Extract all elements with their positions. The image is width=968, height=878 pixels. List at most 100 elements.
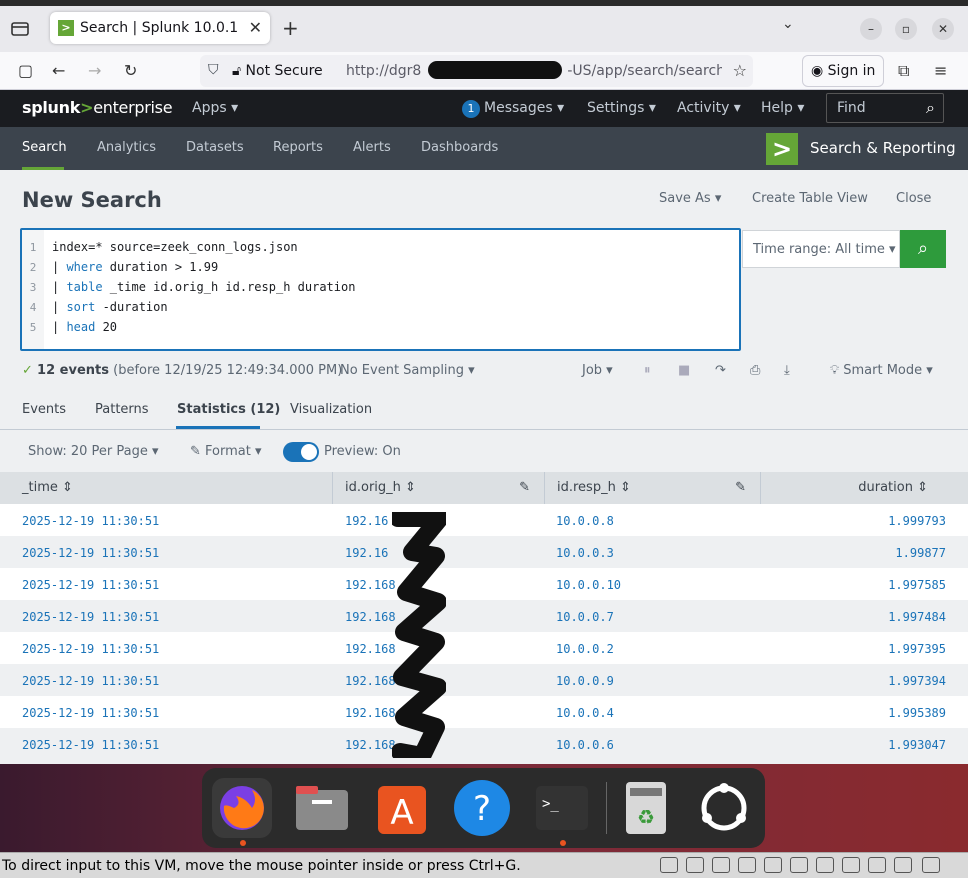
export-icon[interactable]: ⤓ xyxy=(784,363,790,378)
table-row[interactable]: 2025-12-19 11:30:51 192.168 10.0.0.7 1.9974… xyxy=(0,600,968,632)
print-icon[interactable]: ⎙ xyxy=(750,363,760,378)
speaker-icon[interactable] xyxy=(816,857,834,873)
app-name[interactable]: Search & Reporting xyxy=(810,139,956,157)
capture-icon[interactable] xyxy=(894,857,912,873)
help-icon[interactable]: ? xyxy=(452,778,512,838)
cell-duration[interactable]: 1.997394 xyxy=(888,674,946,688)
event-sampling-dropdown[interactable]: No Event Sampling ▾ xyxy=(340,363,475,378)
edit-column-icon[interactable]: ✎ xyxy=(735,480,746,495)
column-header-time[interactable]: _time ⇕ xyxy=(0,472,332,504)
cell-resp-host[interactable]: 10.0.0.9 xyxy=(556,674,614,688)
format-dropdown[interactable]: ✎ Format ▾ xyxy=(190,444,262,459)
cell-time[interactable]: 2025-12-19 11:30:51 xyxy=(22,578,159,592)
reload-icon[interactable]: ↻ xyxy=(124,61,137,80)
cell-orig-host[interactable]: 192.168 xyxy=(345,578,396,592)
sidebar-icon[interactable]: ▢ xyxy=(18,61,33,80)
table-row[interactable]: 2025-12-19 11:30:51 192.168 10.0.0.2 1.9973… xyxy=(0,632,968,664)
cell-resp-host[interactable]: 10.0.0.3 xyxy=(556,546,614,560)
cell-duration[interactable]: 1.995389 xyxy=(888,706,946,720)
cell-time[interactable]: 2025-12-19 11:30:51 xyxy=(22,706,159,720)
display-icon[interactable] xyxy=(868,857,886,873)
usb-icon[interactable] xyxy=(738,857,756,873)
table-row[interactable]: 2025-12-19 11:30:51 192.168. 10.0.0.9 1.997… xyxy=(0,664,968,696)
job-menu[interactable]: Job ▾ xyxy=(582,363,613,378)
settings-menu[interactable]: Settings ▾ xyxy=(587,100,656,116)
shield-icon[interactable]: ⛉ xyxy=(208,62,219,78)
cell-duration[interactable]: 1.997484 xyxy=(888,610,946,624)
cell-duration[interactable]: 1.997395 xyxy=(888,642,946,656)
bookmark-star-icon[interactable]: ☆ xyxy=(733,61,747,80)
shared-folder-icon[interactable] xyxy=(764,857,782,873)
smart-mode-dropdown[interactable]: 💡︎ Smart Mode ▾ xyxy=(830,363,933,378)
activity-menu[interactable]: Activity ▾ xyxy=(677,100,741,116)
minimize-icon[interactable]: – xyxy=(860,18,882,40)
back-icon[interactable]: ← xyxy=(52,61,65,80)
cell-duration[interactable]: 1.997585 xyxy=(888,578,946,592)
tab-patterns[interactable]: Patterns xyxy=(95,402,149,417)
terminal-icon[interactable]: >_ xyxy=(532,778,592,838)
chevron-down-icon[interactable]: ⌄ xyxy=(782,16,794,32)
app-center-icon[interactable]: A xyxy=(372,778,432,838)
close-window-icon[interactable]: ✕ xyxy=(932,18,954,40)
edit-column-icon[interactable]: ✎ xyxy=(519,480,530,495)
forward-icon[interactable]: → xyxy=(88,61,101,80)
table-row[interactable]: 2025-12-19 11:30:51 192.16 10.0.0.3 1.99877 xyxy=(0,536,968,568)
pause-icon[interactable]: ⏸ xyxy=(644,363,651,378)
search-submit-button[interactable]: ⌕ xyxy=(900,230,946,268)
cell-orig-host[interactable]: 192.16 xyxy=(345,546,388,560)
tab-statistics[interactable]: Statistics (12) xyxy=(177,402,280,417)
cell-duration[interactable]: 1.99877 xyxy=(895,546,946,560)
cell-time[interactable]: 2025-12-19 11:30:51 xyxy=(22,738,159,752)
maximize-icon[interactable]: ▫ xyxy=(895,18,917,40)
cell-time[interactable]: 2025-12-19 11:30:51 xyxy=(22,546,159,560)
nav-datasets[interactable]: Datasets xyxy=(186,140,244,155)
close-button[interactable]: Close xyxy=(896,191,931,206)
search-icon[interactable]: ⌕ xyxy=(926,98,935,118)
cell-orig-host[interactable]: 192.168 xyxy=(345,610,396,624)
table-row[interactable]: 2025-12-19 11:30:51 192.16 10.0.0.8 1.99979… xyxy=(0,504,968,536)
keyboard-icon[interactable] xyxy=(922,857,940,873)
nav-search[interactable]: Search xyxy=(22,140,67,155)
cell-duration[interactable]: 1.999793 xyxy=(888,514,946,528)
nav-reports[interactable]: Reports xyxy=(273,140,323,155)
cell-duration[interactable]: 1.993047 xyxy=(888,738,946,752)
trash-icon[interactable]: ♻ xyxy=(616,778,676,838)
url-bar[interactable]: ⛉ 🔓︎ Not Secure http://dgr8 -US/app/searc… xyxy=(200,55,753,87)
nav-dashboards[interactable]: Dashboards xyxy=(421,140,498,155)
table-row[interactable]: 2025-12-19 11:30:51 192.168. 10.0.0.6 1.993… xyxy=(0,728,968,760)
extensions-icon[interactable]: ⧉ xyxy=(898,61,909,81)
nav-alerts[interactable]: Alerts xyxy=(353,140,391,155)
tab-visualization[interactable]: Visualization xyxy=(290,402,372,417)
cell-resp-host[interactable]: 10.0.0.10 xyxy=(556,578,621,592)
column-header-duration[interactable]: duration ⇕ xyxy=(760,472,968,504)
cell-time[interactable]: 2025-12-19 11:30:51 xyxy=(22,610,159,624)
browser-tab[interactable]: > Search | Splunk 10.0.1 ✕ xyxy=(50,12,270,44)
cell-resp-host[interactable]: 10.0.0.7 xyxy=(556,610,614,624)
create-table-view-button[interactable]: Create Table View xyxy=(752,191,868,206)
time-range-picker[interactable]: Time range: All time ▾ xyxy=(742,230,900,268)
close-tab-icon[interactable]: ✕ xyxy=(249,18,262,37)
column-header-orig[interactable]: id.orig_h ⇕ ✎ xyxy=(332,472,544,504)
cell-time[interactable]: 2025-12-19 11:30:51 xyxy=(22,674,159,688)
find-input[interactable]: Find ⌕ xyxy=(826,93,944,123)
table-row[interactable]: 2025-12-19 11:30:51 192.168 10.0.0.10 1.997… xyxy=(0,568,968,600)
recording-icon[interactable] xyxy=(842,857,860,873)
nav-analytics[interactable]: Analytics xyxy=(97,140,156,155)
help-menu[interactable]: Help ▾ xyxy=(761,100,804,116)
stop-icon[interactable]: ■ xyxy=(678,363,690,378)
cell-resp-host[interactable]: 10.0.0.4 xyxy=(556,706,614,720)
cell-resp-host[interactable]: 10.0.0.6 xyxy=(556,738,614,752)
tab-list-icon[interactable] xyxy=(10,20,32,38)
hdd-icon[interactable] xyxy=(660,857,678,873)
audio-icon[interactable] xyxy=(712,857,730,873)
messages-menu[interactable]: 1 Messages ▾ xyxy=(462,100,564,118)
cell-orig-host[interactable]: 192.168 xyxy=(345,706,396,720)
not-secure-label[interactable]: 🔓︎ Not Secure xyxy=(232,63,323,79)
show-apps-icon[interactable] xyxy=(694,778,754,838)
network-icon[interactable] xyxy=(790,857,808,873)
new-tab-icon[interactable]: + xyxy=(282,16,299,40)
cell-resp-host[interactable]: 10.0.0.2 xyxy=(556,642,614,656)
sign-in-button[interactable]: ◉ Sign in xyxy=(802,55,884,87)
column-header-resp[interactable]: id.resp_h ⇕ ✎ xyxy=(544,472,760,504)
firefox-icon[interactable] xyxy=(212,778,272,838)
